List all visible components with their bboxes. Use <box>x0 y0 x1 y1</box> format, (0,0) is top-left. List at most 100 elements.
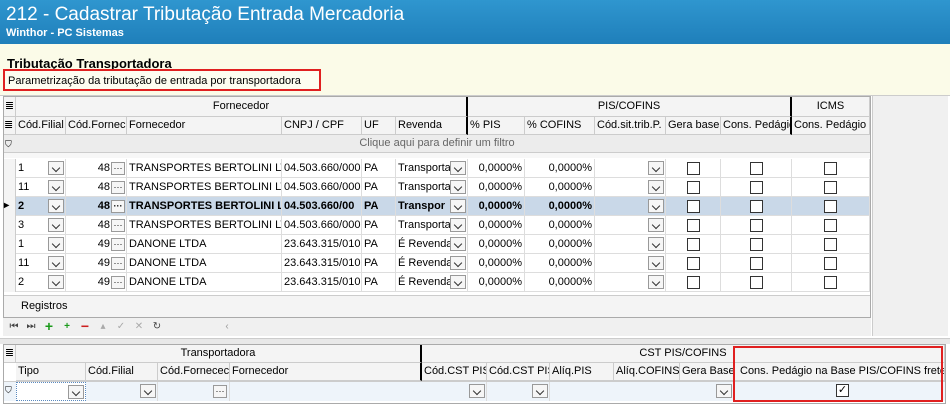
dropdown-icon[interactable] <box>68 385 84 399</box>
table-row[interactable]: 1148···TRANSPORTES BERTOLINI LTDA04.503.… <box>4 178 870 197</box>
cell-cod-filial[interactable]: 1 <box>16 235 66 254</box>
dropdown-icon[interactable] <box>450 256 466 270</box>
dropdown-icon[interactable] <box>648 275 664 289</box>
col2-aliq-cofins[interactable]: Alíq.COFINS <box>614 363 680 381</box>
dropdown-icon[interactable] <box>48 218 64 232</box>
cell-gera-base[interactable] <box>666 178 721 197</box>
cell-cod-filial[interactable]: 11 <box>16 178 66 197</box>
ellipsis-icon[interactable]: ··· <box>213 385 227 398</box>
confirm-icon[interactable]: ✓ <box>113 319 129 335</box>
cell-fornecedor[interactable]: TRANSPORTES BERTOLINI LTDA <box>127 216 282 235</box>
cell-pis[interactable]: 0,0000% <box>468 197 525 216</box>
cell-cons-pedagio[interactable] <box>721 235 792 254</box>
checkbox[interactable] <box>824 162 837 175</box>
cell-cod-sit-trib[interactable] <box>595 216 666 235</box>
checkbox[interactable] <box>824 276 837 289</box>
dropdown-icon[interactable] <box>48 180 64 194</box>
cell-cons-pedagio[interactable] <box>721 159 792 178</box>
cell-cofins[interactable]: 0,0000% <box>525 197 595 216</box>
cell-cod-fornec[interactable]: 48 ··· <box>66 178 127 197</box>
cell-gera-base[interactable] <box>666 254 721 273</box>
cell-uf[interactable]: PA <box>362 197 396 216</box>
cell-cnpj[interactable]: 04.503.660/00 <box>282 197 362 216</box>
checkbox[interactable] <box>824 238 837 251</box>
col-cnpj[interactable]: CNPJ / CPF <box>282 117 362 135</box>
ellipsis-icon[interactable]: ··· <box>111 256 125 270</box>
table-row[interactable]: 1 49 ··· DANONE LTDA 23.643.315/010 PA É Reven… <box>4 235 870 254</box>
col2-cod-cst-cofins[interactable]: Cód.CST PIS <box>487 363 550 381</box>
cell-gera-base[interactable] <box>666 216 721 235</box>
cell-fornecedor[interactable]: TRANSPORTES BERTOLINI LTDA <box>127 178 282 197</box>
cell-pis[interactable]: 0,0000% <box>468 254 525 273</box>
cell-uf[interactable]: PA <box>362 273 396 292</box>
filter-cod-fornec[interactable]: ··· <box>158 382 230 401</box>
cell-cons-pedagio[interactable] <box>721 197 792 216</box>
checkbox[interactable] <box>824 219 837 232</box>
cell-cod-fornec[interactable]: 48 ··· <box>66 197 127 216</box>
col-gera-base[interactable]: Gera base <box>666 117 721 135</box>
checkbox[interactable] <box>824 200 837 213</box>
col2-cod-fornec[interactable]: Cód.Fornecec <box>158 363 230 381</box>
dropdown-icon[interactable] <box>532 384 548 398</box>
scroll-left-icon[interactable]: ‹ <box>219 319 235 335</box>
cell-cnpj[interactable]: 23.643.315/010 <box>282 273 362 292</box>
dropdown-icon[interactable] <box>48 199 64 213</box>
col2-tipo[interactable]: Tipo <box>16 363 86 381</box>
cell-cod-filial[interactable]: 1 <box>16 159 66 178</box>
cell-revenda[interactable]: Transportado <box>396 178 468 197</box>
checkbox[interactable] <box>749 181 763 194</box>
cell-gera-base[interactable] <box>666 159 721 178</box>
cell-cnpj[interactable]: 23.643.315/010 <box>282 254 362 273</box>
cell-cons-pedagio-icms[interactable] <box>792 254 870 273</box>
cell-cnpj[interactable]: 04.503.660/000 <box>282 178 362 197</box>
checkbox[interactable] <box>749 238 763 251</box>
cell-pis[interactable]: 0,0000% <box>468 273 525 292</box>
cell-cod-filial[interactable]: 11 <box>16 254 66 273</box>
dropdown-icon[interactable] <box>648 218 664 232</box>
cell-cofins[interactable]: 0,0000% <box>525 178 595 197</box>
cell-cod-fornec[interactable]: 49 ··· <box>66 235 127 254</box>
col-cod-fornec[interactable]: Cód.Fornec <box>66 117 127 135</box>
dropdown-icon[interactable] <box>450 237 466 251</box>
cell-gera-base[interactable] <box>666 235 721 254</box>
dropdown-icon[interactable] <box>648 199 664 213</box>
dropdown-icon[interactable] <box>48 237 64 251</box>
filter-cst-pis[interactable] <box>422 382 487 401</box>
cell-revenda[interactable]: É Revenda <box>396 273 468 292</box>
cell-uf[interactable]: PA <box>362 235 396 254</box>
checkbox[interactable] <box>824 181 837 194</box>
ellipsis-icon[interactable]: ··· <box>111 161 125 175</box>
add-copy-icon[interactable]: + <box>59 319 75 335</box>
cell-revenda[interactable]: Transpor <box>396 197 468 216</box>
checkbox[interactable] <box>686 181 700 194</box>
dropdown-icon[interactable] <box>48 275 64 289</box>
col2-gera-base[interactable]: Gera Base <box>680 363 734 381</box>
col-uf[interactable]: UF <box>362 117 396 135</box>
dropdown-icon[interactable] <box>648 256 664 270</box>
checkbox[interactable] <box>686 219 700 232</box>
cell-cod-fornec[interactable]: 48 ··· <box>66 159 127 178</box>
cell-cofins[interactable]: 0,0000% <box>525 216 595 235</box>
checkbox[interactable] <box>749 162 763 175</box>
table-row[interactable]: 11 49 ··· DANONE LTDA 23.643.315/010 PA É Reve… <box>4 254 870 273</box>
filter-icon-2[interactable]: ⛉ <box>5 385 12 396</box>
cell-cod-sit-trib[interactable] <box>595 235 666 254</box>
checkbox[interactable] <box>686 276 700 289</box>
cell-cod-sit-trib[interactable] <box>595 273 666 292</box>
tributacao-grid[interactable]: ≣ Fornecedor PIS/COFINS ICMS ≣ Cód.Filia… <box>3 96 871 318</box>
cell-cofins[interactable]: 0,0000% <box>525 159 595 178</box>
col-fornecedor[interactable]: Fornecedor <box>127 117 282 135</box>
cell-cons-pedagio-icms[interactable] <box>792 159 870 178</box>
cell-revenda[interactable]: Transportado <box>396 159 468 178</box>
cell-cofins[interactable]: 0,0000% <box>525 254 595 273</box>
table-row[interactable]: ▸ 2 48 ··· TRANSPORTES BERTOLINI L 04.503.660… <box>4 197 870 216</box>
filter-icon[interactable]: ⛉ <box>5 139 12 150</box>
checkbox[interactable] <box>686 257 700 270</box>
cell-cod-sit-trib[interactable] <box>595 197 666 216</box>
col-cod-sit-trib[interactable]: Cód.sit.trib.P. <box>595 117 666 135</box>
checkbox[interactable] <box>824 257 837 270</box>
cell-cons-pedagio[interactable] <box>721 216 792 235</box>
checkbox[interactable] <box>749 200 763 213</box>
delete-icon[interactable]: − <box>77 319 93 335</box>
cell-gera-base[interactable] <box>666 273 721 292</box>
